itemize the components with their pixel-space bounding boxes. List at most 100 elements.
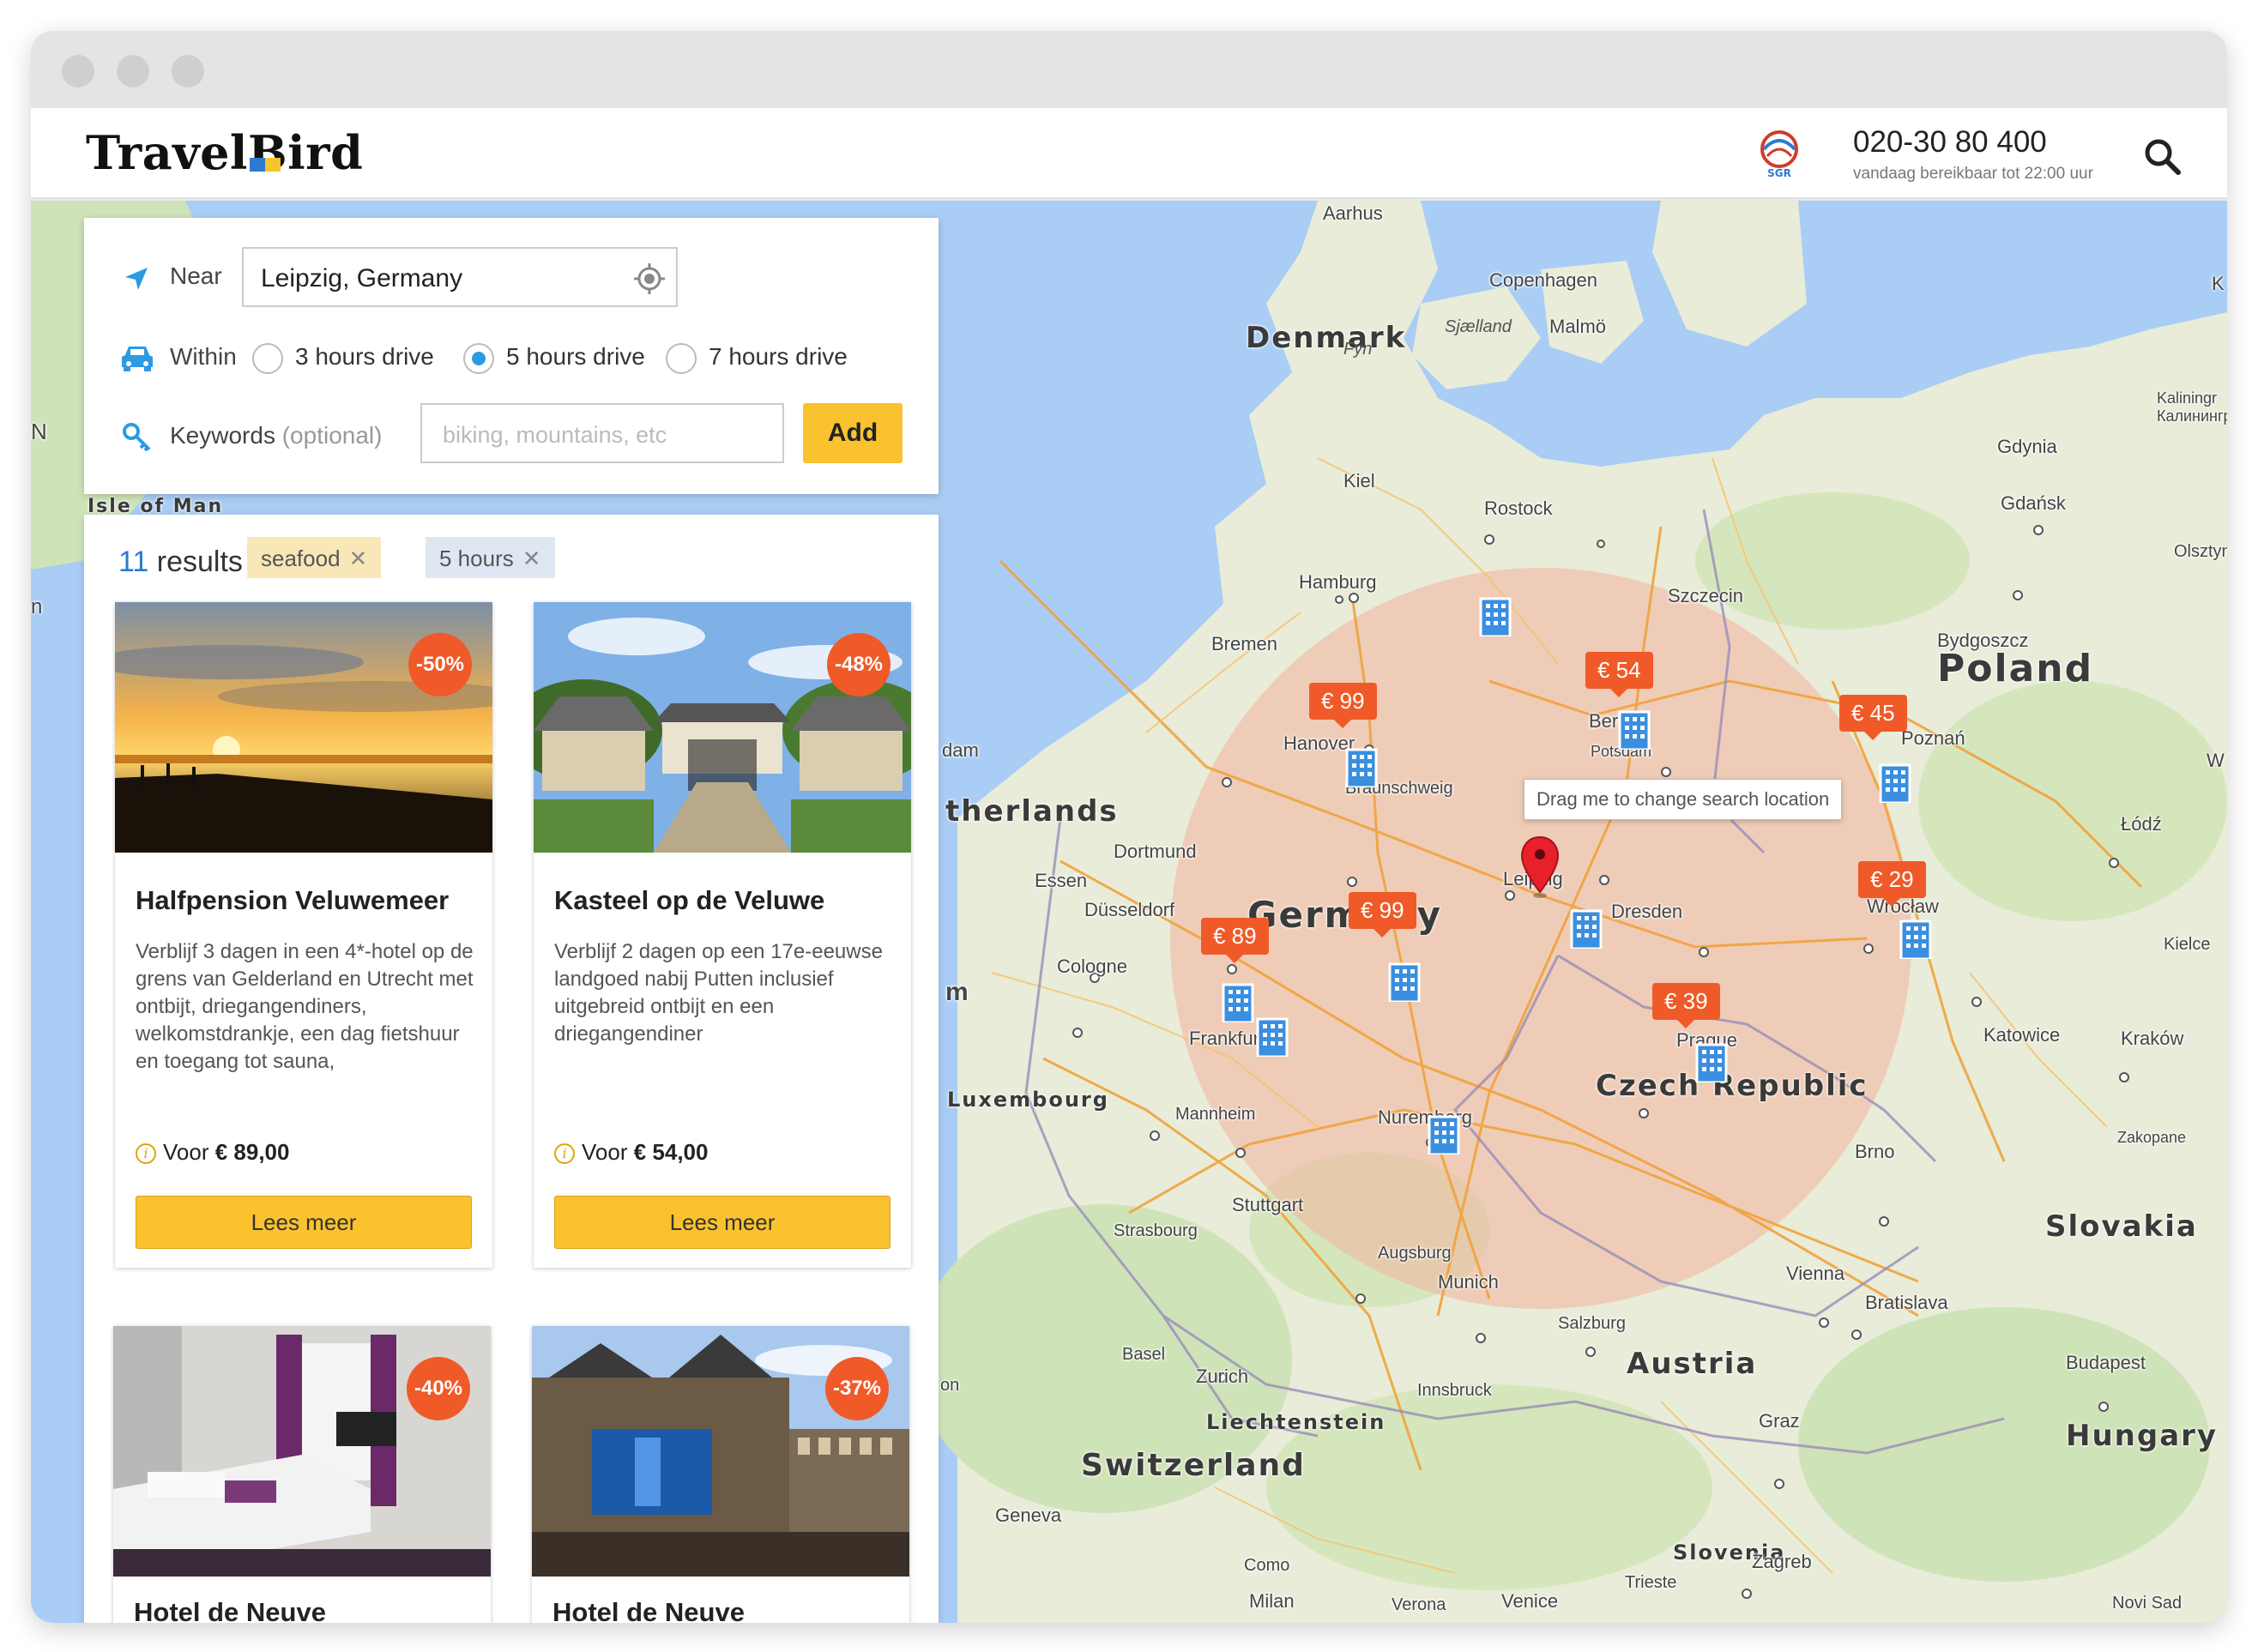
add-keyword-button[interactable]: Add (803, 403, 903, 463)
discount-badge: -37% (825, 1357, 889, 1420)
city-label: Olsztyn (2174, 542, 2227, 561)
city-label: Frankfurt (1189, 1028, 1265, 1049)
city-label: Szczecin (1668, 585, 1744, 606)
info-icon[interactable]: i (136, 1143, 156, 1165)
location-pin-icon[interactable] (1520, 835, 1560, 899)
sgr-logo-icon: SGR (1760, 130, 1798, 178)
hotel-marker-icon[interactable] (1428, 1113, 1460, 1155)
filter-tag[interactable]: seafood ✕ (247, 537, 382, 578)
remove-tag-icon[interactable]: ✕ (522, 546, 541, 571)
city-label: Aarhus (1323, 202, 1383, 224)
hotel-marker-icon[interactable] (1479, 595, 1512, 636)
radio-label[interactable]: 5 hours drive (506, 343, 645, 371)
radio-7-hours[interactable] (666, 343, 697, 374)
city-label: dam (942, 739, 979, 761)
location-input[interactable]: Leipzig, Germany (242, 247, 678, 307)
svg-text:SGR: SGR (1767, 167, 1791, 178)
info-icon[interactable]: i (554, 1143, 575, 1165)
card-description: Verblijf 3 dagen in een 4*-hotel op de g… (136, 940, 474, 1073)
city-label: Kraków (2121, 1028, 2184, 1049)
hotel-marker-icon[interactable] (1256, 1016, 1289, 1057)
near-label: Near (170, 262, 222, 289)
price-value: € 54,00 (633, 1139, 709, 1165)
city-label: Innsbruck (1417, 1381, 1492, 1400)
price-marker[interactable]: € 54 (1585, 652, 1653, 697)
price-marker[interactable]: € 89 (1201, 918, 1269, 963)
deal-card[interactable]: -48% Kasteel op de Veluwe Verblijf 2 dag… (534, 602, 911, 1268)
window-minimize-dot[interactable] (117, 55, 149, 87)
radio-5-hours[interactable] (463, 343, 494, 374)
locate-me-icon[interactable] (633, 262, 666, 295)
city-label: Munich (1438, 1271, 1499, 1293)
city-label: Novi Sad (2112, 1594, 2183, 1613)
results-count: 11 results (118, 546, 243, 579)
window-maximize-dot[interactable] (172, 55, 204, 87)
country-label: Liechtenstein (1206, 1410, 1386, 1434)
travelbird-logo[interactable]: TravelBird (86, 125, 363, 180)
read-more-button[interactable]: Lees meer (554, 1196, 891, 1249)
hotel-marker-icon[interactable] (1222, 981, 1254, 1022)
price-value: € 89,00 (214, 1139, 290, 1165)
city-label: Geneva (995, 1504, 1062, 1526)
hotel-marker-icon[interactable] (1618, 708, 1651, 750)
city-label: Augsburg (1378, 1244, 1452, 1263)
city-label: Budapest (2066, 1352, 2146, 1373)
city-label: Vienna (1786, 1263, 1845, 1284)
city-label: Düsseldorf (1084, 899, 1175, 920)
card-title[interactable]: Halfpension Veluwemeer (136, 885, 449, 916)
country-label: Slovakia (2045, 1209, 2198, 1244)
deal-card[interactable]: -50% Halfpension Veluwemeer Verblijf 3 d… (115, 602, 492, 1268)
city-label: Milan (1249, 1590, 1295, 1612)
city-label: Dortmund (1114, 841, 1197, 862)
city-label: n (31, 595, 43, 618)
hotel-marker-icon[interactable] (1879, 762, 1911, 803)
hotel-marker-icon[interactable] (1345, 746, 1378, 787)
city-label: Zakopane (2117, 1129, 2187, 1146)
city-label: Malmö (1549, 316, 1607, 337)
card-description: Verblijf 2 dagen op een 17e-eeuwse landg… (554, 940, 883, 1046)
deal-card[interactable]: -40% Hotel de Neuve (113, 1326, 491, 1623)
hotel-marker-icon[interactable] (1570, 907, 1603, 949)
filter-tag[interactable]: 5 hours ✕ (426, 537, 555, 578)
radio-label[interactable]: 7 hours drive (709, 343, 848, 371)
city-label: Fyn (1343, 340, 1373, 359)
country-label: Czech Republic (1596, 1069, 1869, 1103)
window-close-dot[interactable] (62, 55, 94, 87)
card-title[interactable]: Hotel de Neuve (134, 1597, 326, 1623)
deal-card[interactable]: -37% Hotel de Neuve (532, 1326, 909, 1623)
city-label: Strasbourg (1114, 1221, 1198, 1240)
city-label: Salzburg (1558, 1314, 1626, 1333)
city-label: Dresden (1611, 901, 1683, 922)
card-title[interactable]: Hotel de Neuve (552, 1597, 745, 1623)
discount-badge: -50% (408, 633, 472, 696)
city-label: K (2212, 273, 2225, 294)
card-title[interactable]: Kasteel op de Veluwe (554, 885, 824, 916)
price-marker[interactable]: € 99 (1349, 892, 1416, 938)
city-label: Rostock (1484, 497, 1553, 519)
city-label: Venice (1501, 1590, 1559, 1612)
city-label: Gdynia (1997, 436, 2057, 457)
city-label: Hanover (1283, 733, 1355, 754)
discount-badge: -40% (407, 1357, 470, 1420)
search-icon[interactable] (2143, 137, 2181, 175)
country-label: Austria (1627, 1347, 1758, 1381)
keywords-input[interactable]: biking, mountains, etc (420, 403, 784, 463)
radio-label[interactable]: 3 hours drive (295, 343, 434, 371)
price-prefix: Voor (163, 1139, 209, 1165)
country-label: Switzerland (1081, 1448, 1306, 1483)
price-marker[interactable]: € 29 (1858, 861, 1926, 907)
discount-badge: -48% (827, 633, 891, 696)
city-label: Copenhagen (1489, 269, 1598, 291)
price-marker[interactable]: € 39 (1652, 983, 1720, 1028)
hotel-marker-icon[interactable] (1899, 918, 1932, 959)
remove-tag-icon[interactable]: ✕ (349, 546, 368, 571)
radio-3-hours[interactable] (252, 343, 283, 374)
hotel-marker-icon[interactable] (1695, 1041, 1728, 1082)
price-marker[interactable]: € 99 (1309, 683, 1377, 728)
hotel-marker-icon[interactable] (1388, 961, 1421, 1002)
phone-number[interactable]: 020-30 80 400 (1853, 125, 2047, 160)
read-more-button[interactable]: Lees meer (136, 1196, 472, 1249)
key-icon (123, 423, 151, 452)
price-marker[interactable]: € 45 (1839, 695, 1907, 740)
country-label: Poland (1937, 647, 2094, 690)
